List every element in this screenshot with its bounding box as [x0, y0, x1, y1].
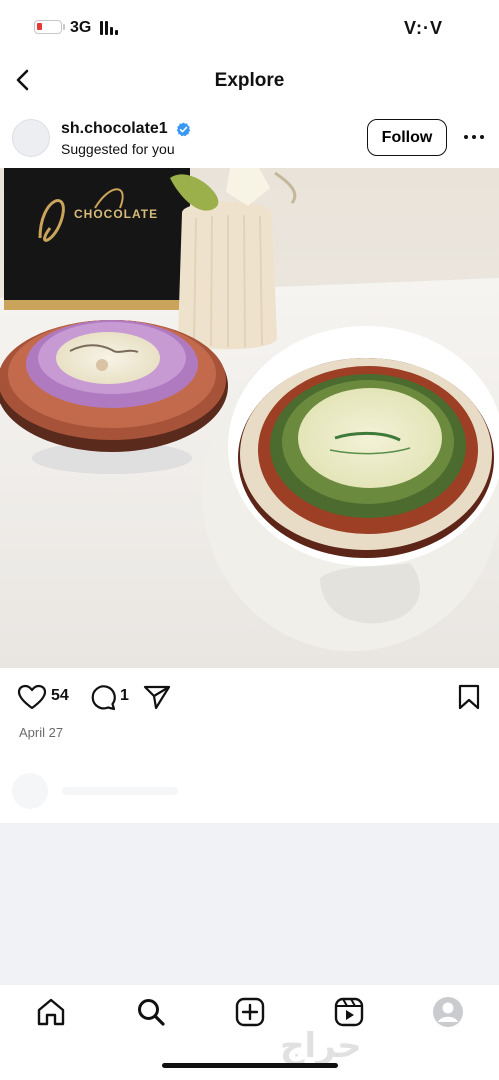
create-icon[interactable] [234, 996, 266, 1028]
more-dots-icon[interactable] [462, 128, 486, 146]
post-photo[interactable]: CHOCOLATE [0, 168, 499, 668]
home-indicator [162, 1063, 338, 1068]
avatar[interactable] [12, 119, 50, 157]
page-title: Explore [214, 70, 285, 91]
comment-count: 1 [120, 687, 129, 704]
search-icon[interactable] [135, 996, 167, 1028]
comment-placeholder-avatar [12, 773, 48, 809]
comment-placeholder-line [62, 787, 178, 795]
suggested-label: Suggested for you [61, 141, 175, 157]
post-username[interactable]: sh.chocolate1 [61, 120, 168, 138]
watermark: حراج [280, 1027, 362, 1065]
sign-text: CHOCOLATE [74, 207, 158, 221]
signal-bars-icon [100, 21, 124, 35]
comment-icon[interactable] [88, 684, 118, 710]
reels-icon[interactable] [333, 996, 365, 1028]
send-icon[interactable] [142, 684, 172, 710]
network-label: 3G [70, 19, 92, 36]
empty-area [0, 823, 499, 985]
profile-icon[interactable] [432, 996, 464, 1028]
brand-sign: CHOCOLATE [4, 168, 190, 310]
home-icon[interactable] [35, 996, 67, 1028]
bookmark-icon[interactable] [455, 684, 485, 710]
status-bar: 3G V:·V [0, 0, 499, 56]
like-count: 54 [51, 687, 69, 704]
clock: V:·V [404, 18, 444, 38]
post-date: April 27 [19, 725, 64, 740]
verified-badge-icon [176, 122, 191, 137]
heart-icon[interactable] [17, 684, 47, 710]
battery-icon [34, 20, 65, 34]
follow-button[interactable]: Follow [367, 119, 447, 156]
